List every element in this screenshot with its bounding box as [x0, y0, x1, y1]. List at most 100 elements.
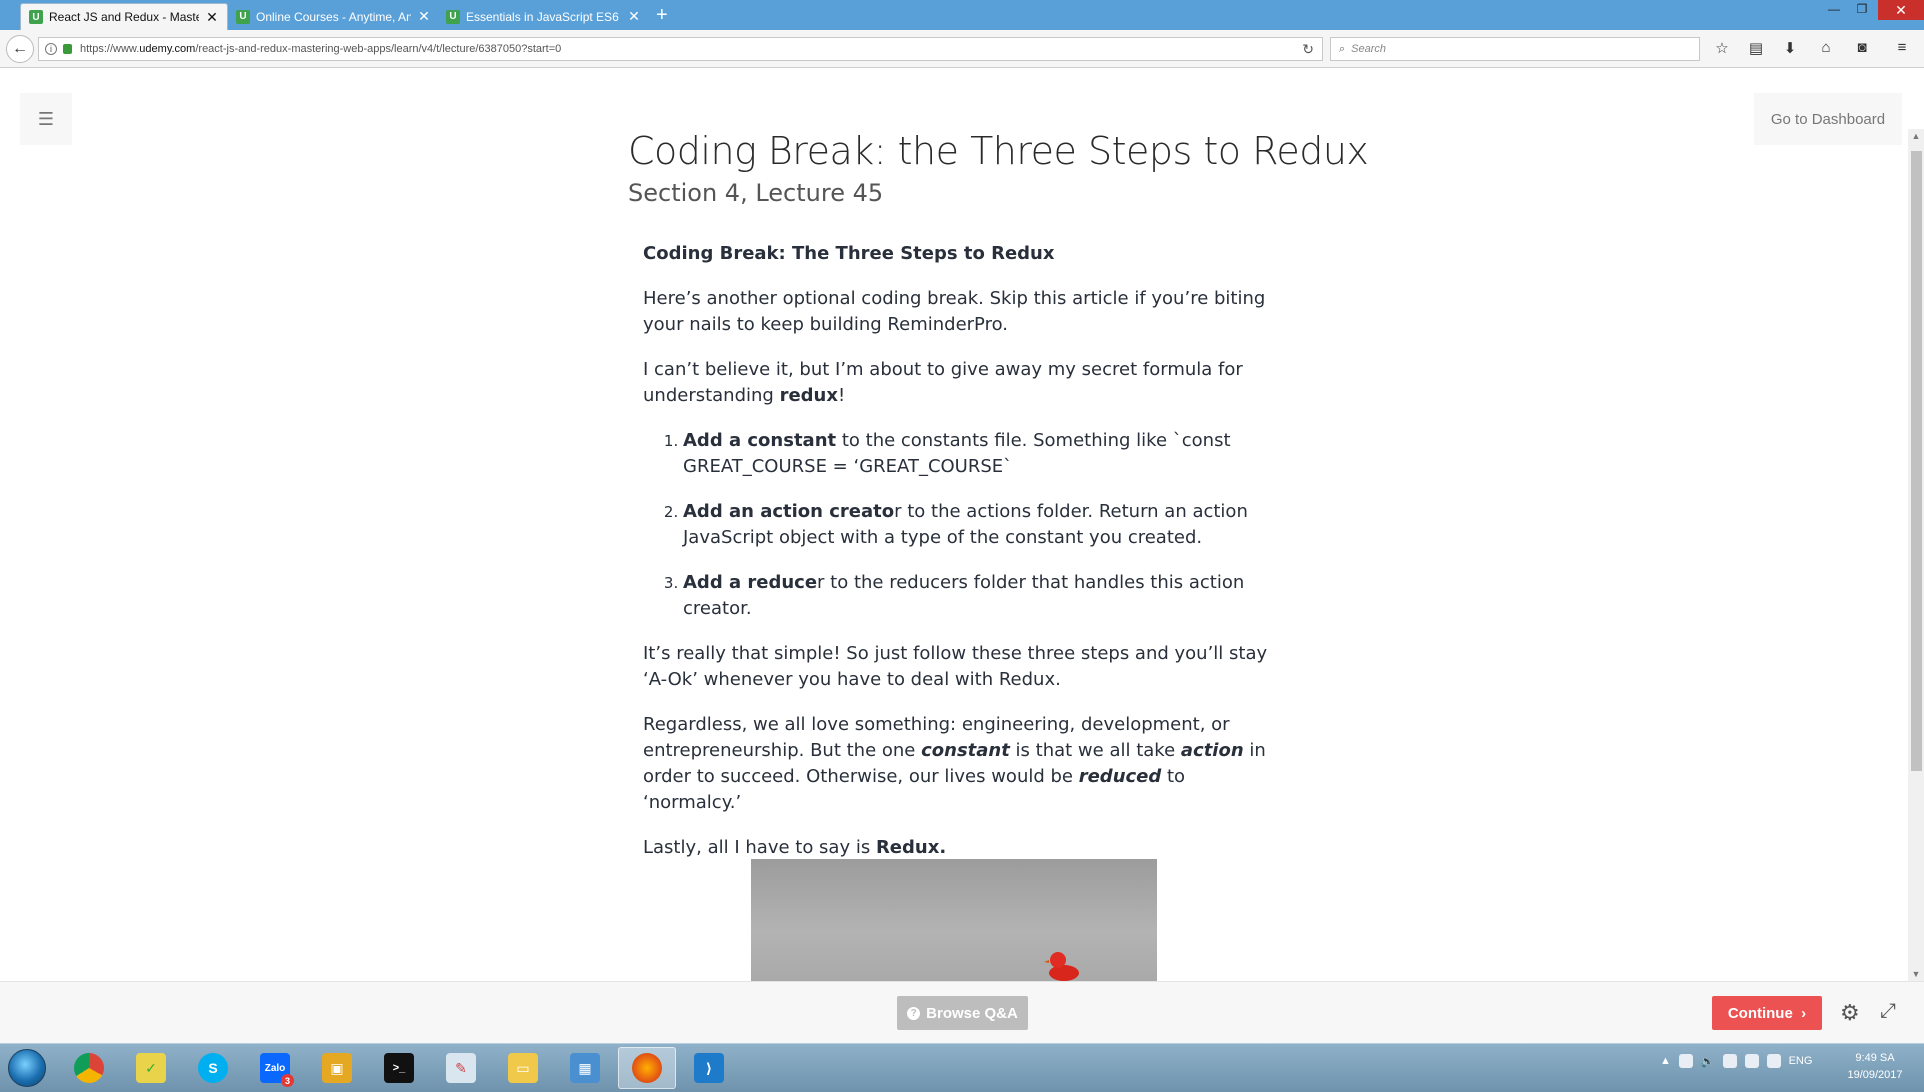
gear-icon[interactable]: ⚙	[1840, 1000, 1860, 1026]
language-indicator[interactable]: ENG	[1789, 1055, 1813, 1067]
tab-label: Essentials in JavaScript ES6 - Le	[466, 9, 621, 24]
tray-app-icon[interactable]	[1766, 1054, 1781, 1068]
back-arrow-icon[interactable]: ←	[6, 35, 34, 63]
paint-icon: ✎	[446, 1053, 476, 1083]
udemy-favicon-icon: U	[446, 9, 460, 24]
bookmark-star-icon[interactable]: ☆	[1710, 39, 1734, 61]
tab-react-redux[interactable]: U React JS and Redux - Mastering ✕	[20, 3, 228, 30]
bold-text: Redux.	[875, 837, 947, 858]
explorer-icon: ▭	[508, 1053, 538, 1083]
start-button[interactable]	[8, 1049, 46, 1087]
question-icon: ?	[907, 1006, 921, 1020]
info-icon[interactable]: i	[45, 43, 57, 55]
scroll-up-icon[interactable]: ▲	[1908, 131, 1924, 141]
filezilla-icon: ▣	[322, 1053, 352, 1083]
system-tray: ▲ 🔈 ENG	[1660, 1054, 1812, 1068]
step-bold: Add an action creato	[683, 501, 895, 522]
download-icon[interactable]: ⬇	[1778, 39, 1802, 61]
close-tab-icon[interactable]: ✕	[205, 9, 219, 26]
list-item: Add a reducer to the reducers folder tha…	[683, 570, 1273, 622]
bold-italic-text: action	[1180, 740, 1244, 761]
text: Lastly, all I have to say is	[643, 837, 876, 858]
browse-qa-button[interactable]: ? Browse Q&A	[897, 996, 1028, 1030]
taskbar-firefox[interactable]	[618, 1047, 676, 1089]
menu-icon[interactable]: ≡	[1890, 39, 1914, 61]
curriculum-list-icon[interactable]: ☰	[20, 93, 72, 145]
article-paragraph: I can’t believe it, but I’m about to giv…	[643, 357, 1273, 409]
home-icon[interactable]: ⌂	[1814, 39, 1838, 61]
taskbar-clock[interactable]: 9:49 SA 19/09/2017	[1840, 1050, 1910, 1084]
search-icon: ⌕	[1339, 42, 1346, 55]
text: I can’t believe it, but I’m about to giv…	[643, 359, 1243, 406]
chrome-icon	[74, 1053, 104, 1083]
search-placeholder: Search	[1351, 43, 1387, 55]
lecture-title: Coding Break: the Three Steps to Redux	[628, 129, 1369, 173]
volume-icon[interactable]: 🔈	[1701, 1055, 1715, 1068]
bold-italic-text: constant	[921, 740, 1010, 761]
close-window-icon[interactable]: ✕	[1878, 0, 1924, 20]
text: !	[837, 385, 846, 406]
close-tab-icon[interactable]: ✕	[627, 8, 641, 25]
search-input[interactable]: ⌕ Search	[1330, 37, 1700, 61]
close-tab-icon[interactable]: ✕	[417, 8, 431, 25]
url-prefix: https://www.	[80, 43, 140, 55]
taskbar-zalo[interactable]: Zalo 3	[246, 1047, 304, 1089]
taskbar-terminal[interactable]: >_	[370, 1047, 428, 1089]
article-heading: Coding Break: The Three Steps to Redux	[643, 243, 1055, 264]
skype-icon: S	[198, 1053, 228, 1083]
tab-online-courses[interactable]: U Online Courses - Anytime, Anywhere ✕	[228, 3, 439, 30]
network-icon[interactable]	[1744, 1054, 1759, 1068]
reload-icon[interactable]: ↻	[1302, 41, 1314, 58]
lecture-subtitle: Section 4, Lecture 45	[628, 179, 884, 207]
url-host: udemy.com	[139, 43, 196, 55]
step-bold: Add a constant	[683, 430, 837, 451]
tray-app-icon[interactable]	[1722, 1054, 1737, 1068]
url-path: /react-js-and-redux-mastering-web-apps/l…	[195, 43, 562, 55]
tab-label: React JS and Redux - Mastering	[49, 10, 199, 24]
page-scrollbar[interactable]: ▲ ▼	[1908, 129, 1924, 981]
zalo-icon: Zalo 3	[260, 1053, 294, 1087]
taskbar-skype[interactable]: S	[184, 1047, 242, 1089]
udemy-favicon-icon: U	[29, 10, 43, 24]
list-item: Add an action creator to the actions fol…	[683, 499, 1273, 551]
bold-italic-text: reduced	[1078, 766, 1162, 787]
windows-taskbar: ✓ S Zalo 3 ▣ >_ ✎ ▭ ▦ ⟩ ▲ 🔈 ENG 9:49 SA 1…	[0, 1043, 1924, 1092]
vscode-icon: ⟩	[694, 1053, 724, 1083]
url-bar[interactable]: i https://www. udemy.com/react-js-and-red…	[38, 37, 1323, 61]
scroll-down-icon[interactable]: ▼	[1908, 969, 1924, 979]
go-to-dashboard-button[interactable]: Go to Dashboard	[1754, 93, 1902, 145]
taskbar-task[interactable]: ✓	[122, 1047, 180, 1089]
taskbar-chrome[interactable]	[60, 1047, 118, 1089]
browser-tab-bar: U React JS and Redux - Mastering ✕ U Onl…	[0, 0, 1924, 30]
terminal-icon: >_	[384, 1053, 414, 1083]
clock-date: 19/09/2017	[1847, 1069, 1903, 1081]
task-icon: ✓	[136, 1053, 166, 1083]
taskbar-explorer[interactable]: ▭	[494, 1047, 552, 1089]
lecture-bottom-bar: ? Browse Q&A Continue › ⚙ ⤢	[0, 981, 1924, 1043]
tab-essentials-es6[interactable]: U Essentials in JavaScript ES6 - Le ✕	[438, 3, 649, 30]
steps-list: Add a constant to the constants file. So…	[683, 428, 1273, 622]
article-paragraph: Lastly, all I have to say is Redux.	[643, 835, 1273, 861]
browser-nav-bar: ← i https://www. udemy.com/react-js-and-r…	[0, 30, 1924, 68]
taskbar-filezilla[interactable]: ▣	[308, 1047, 366, 1089]
taskbar-vscode[interactable]: ⟩	[680, 1047, 738, 1089]
fullscreen-icon[interactable]: ⤢	[1880, 1000, 1896, 1023]
pocket-icon[interactable]: ◙	[1850, 39, 1874, 61]
scroll-thumb[interactable]	[1911, 151, 1922, 771]
taskbar-photos[interactable]: ▦	[556, 1047, 614, 1089]
article-body: Coding Break: The Three Steps to Redux H…	[643, 241, 1273, 880]
continue-button[interactable]: Continue ›	[1712, 996, 1822, 1030]
tray-expand-icon[interactable]: ▲	[1660, 1055, 1671, 1067]
article-image	[751, 859, 1157, 981]
tab-label: Online Courses - Anytime, Anywhere	[256, 9, 411, 24]
restore-icon[interactable]: ❐	[1848, 2, 1876, 16]
article-paragraph: Regardless, we all love something: engin…	[643, 712, 1273, 816]
reading-list-icon[interactable]: ▤	[1744, 39, 1768, 61]
text: is that we all take	[1009, 740, 1181, 761]
minimize-icon[interactable]: —	[1820, 2, 1848, 16]
list-item: Add a constant to the constants file. So…	[683, 428, 1273, 480]
continue-label: Continue	[1727, 1004, 1793, 1022]
taskbar-paint[interactable]: ✎	[432, 1047, 490, 1089]
new-tab-button[interactable]: +	[656, 4, 668, 26]
tray-app-icon[interactable]	[1678, 1054, 1693, 1068]
